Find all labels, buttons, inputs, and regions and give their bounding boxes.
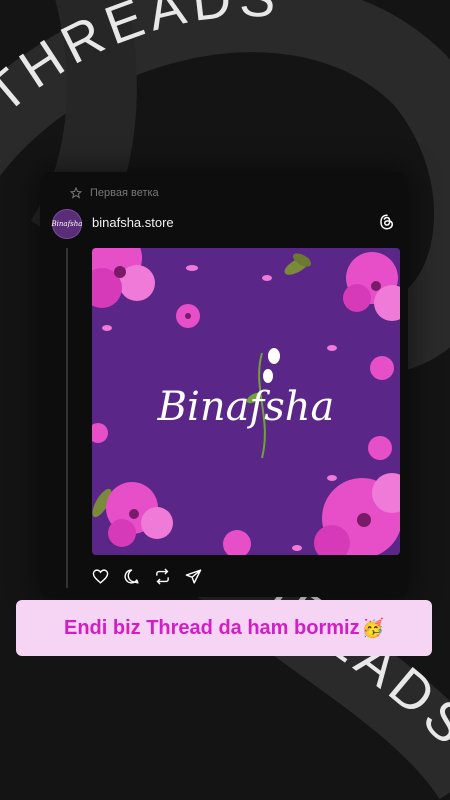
avatar-label: Binafsha — [51, 220, 83, 228]
star-icon — [70, 187, 82, 199]
caption-banner: Endi biz Thread da ham bormiz 🥳 — [16, 600, 432, 656]
threads-logo-icon[interactable] — [378, 213, 396, 231]
username[interactable]: binafsha.store — [92, 215, 174, 230]
thread-label: Первая ветка — [90, 187, 159, 199]
comment-icon[interactable] — [123, 568, 140, 585]
share-icon[interactable] — [185, 568, 202, 585]
thread-line — [66, 248, 68, 588]
brand-text: Binafsha — [157, 384, 335, 430]
post-image[interactable]: Binafsha — [92, 248, 400, 555]
thread-header: Первая ветка — [70, 185, 159, 201]
post-card[interactable]: Первая ветка Binafsha binafsha.store Bin… — [40, 172, 408, 597]
heart-icon[interactable] — [92, 568, 109, 585]
caption-text: Endi biz Thread da ham bormiz — [63, 616, 360, 639]
repost-icon[interactable] — [154, 568, 171, 585]
post-actions — [92, 568, 202, 585]
party-face-emoji: 🥳 — [361, 617, 384, 638]
avatar[interactable]: Binafsha — [52, 209, 82, 239]
